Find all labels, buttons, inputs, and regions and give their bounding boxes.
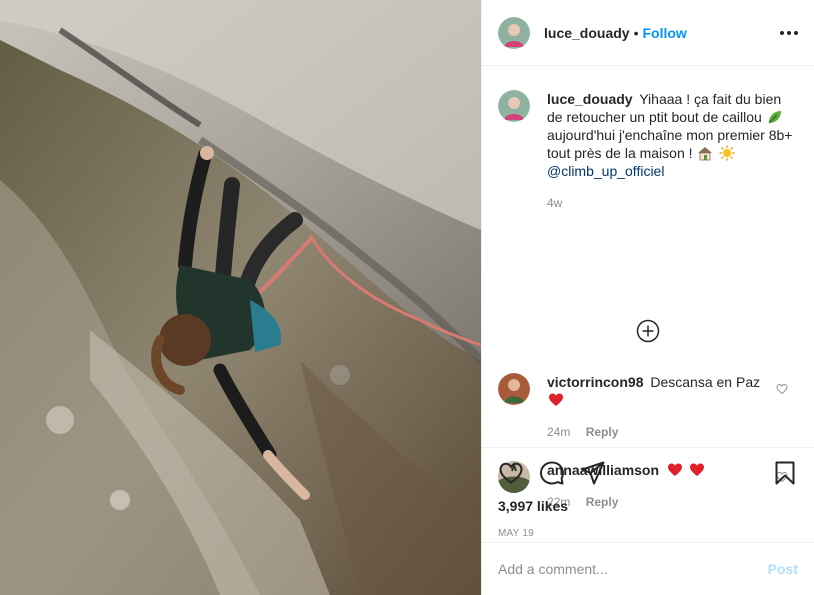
caption-row: luce_douady Yihaaa ! ça fait du bien de … [498, 90, 798, 212]
follow-button[interactable]: Follow [643, 25, 687, 41]
comments-section: luce_douady Yihaaa ! ça fait du bien de … [482, 66, 814, 509]
like-heart-icon[interactable] [498, 460, 524, 486]
more-options-icon[interactable] [778, 25, 800, 41]
climber-photo-image [0, 0, 481, 595]
likes-count[interactable]: 3,997 likes [498, 498, 798, 514]
house-emoji-icon [697, 145, 713, 161]
post-date[interactable]: MAY 19 [498, 528, 798, 539]
comment-like-heart-icon[interactable] [776, 382, 788, 395]
post-header: luce_douady • Follow [482, 0, 814, 66]
caption-line-2: aujourd'hui j'enchaîne mon premier 8b+ t… [547, 127, 793, 161]
action-icons [498, 458, 798, 488]
post-actions: 3,997 likes MAY 19 [482, 447, 814, 542]
comment-item: victorrincon98 Descansa en Paz 24m Reply [498, 373, 798, 441]
post-button[interactable]: Post [768, 561, 798, 577]
header-separator-dot: • [633, 24, 639, 41]
comment-text: Descansa en Paz [650, 374, 761, 390]
comment-meta: 24m Reply [547, 423, 798, 441]
avatar-image [498, 373, 530, 405]
sun-emoji-icon [719, 145, 735, 161]
caption-text: luce_douady Yihaaa ! ça fait du bien de … [547, 90, 798, 212]
comment-bubble-icon[interactable] [539, 460, 565, 486]
instagram-post: luce_douady • Follow luce_douady Yihaaa … [0, 0, 814, 595]
red-heart-emoji-icon [548, 392, 564, 408]
comment-input[interactable] [498, 561, 768, 577]
comment-timestamp[interactable]: 24m [547, 425, 570, 439]
header-username[interactable]: luce_douady [544, 25, 630, 41]
leaf-emoji-icon [767, 109, 783, 125]
plus-circle-icon[interactable] [636, 319, 660, 343]
share-paper-plane-icon[interactable] [580, 460, 606, 486]
avatar-image [498, 16, 530, 49]
add-comment-bar: Post [482, 542, 814, 595]
caption-meta: 4w [547, 194, 798, 212]
caption-timestamp[interactable]: 4w [547, 196, 562, 210]
commenter-avatar[interactable] [498, 373, 530, 405]
caption-avatar[interactable] [498, 90, 530, 122]
comment-username[interactable]: victorrincon98 [547, 374, 643, 390]
post-photo[interactable] [0, 0, 481, 595]
bookmark-save-icon[interactable] [772, 460, 798, 486]
avatar[interactable] [498, 16, 530, 49]
caption-username[interactable]: luce_douady [547, 91, 633, 107]
post-side-panel: luce_douady • Follow luce_douady Yihaaa … [481, 0, 814, 595]
reply-button[interactable]: Reply [586, 425, 619, 439]
avatar-image [498, 90, 530, 122]
mention-link[interactable]: @climb_up_officiel [547, 163, 664, 179]
